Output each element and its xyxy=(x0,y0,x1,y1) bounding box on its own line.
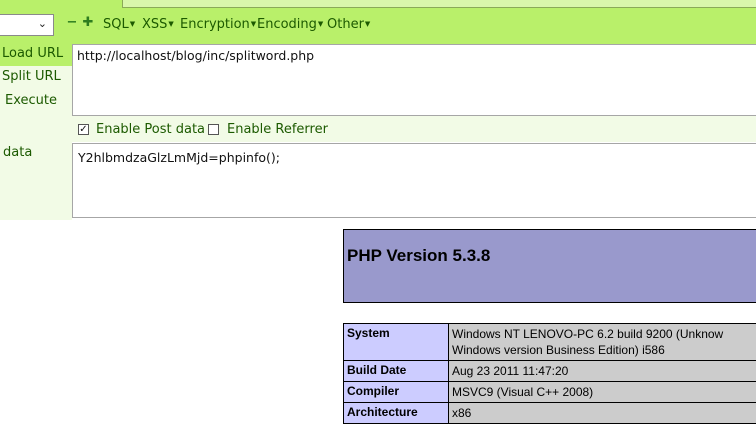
caret-down-icon: ▼ xyxy=(250,20,257,28)
row-key: Architecture xyxy=(343,402,449,424)
row-key: Compiler xyxy=(343,381,449,403)
menu-other[interactable]: Other▼ xyxy=(327,17,370,32)
table-row: System Windows NT LENOVO-PC 6.2 build 92… xyxy=(343,323,756,361)
row-value: Windows NT LENOVO-PC 6.2 build 9200 (Unk… xyxy=(448,323,756,361)
post-data-input[interactable]: Y2hlbmdzaGlzLmMjd=phpinfo(); xyxy=(72,143,756,218)
menu-xss[interactable]: XSS▼ xyxy=(142,17,174,32)
table-row: Build Date Aug 23 2011 11:47:20 xyxy=(343,360,756,382)
mode-select[interactable]: ⌄ xyxy=(0,14,54,36)
hackbar-toolbar: ⌄ − ✚ SQL▼ XSS▼ Encryption▼ Encoding▼ Ot… xyxy=(0,0,756,44)
load-url-button[interactable]: Load URL xyxy=(2,46,63,61)
row-key: Build Date xyxy=(343,360,449,382)
minus-icon[interactable]: − xyxy=(66,16,78,29)
chevron-down-icon: ⌄ xyxy=(37,17,47,30)
caret-down-icon: ▼ xyxy=(129,20,136,28)
url-input[interactable]: http://localhost/blog/inc/splitword.php xyxy=(72,44,756,116)
post-data-label: data xyxy=(3,145,33,160)
caret-down-icon: ▼ xyxy=(364,20,371,28)
php-version-title: PHP Version 5.3.8 xyxy=(347,246,491,265)
table-row: Architecture x86 xyxy=(343,402,756,424)
row-value: x86 xyxy=(448,402,756,424)
menu-sql[interactable]: SQL▼ xyxy=(103,17,135,32)
post-data-value: Y2hlbmdzaGlzLmMjd=phpinfo(); xyxy=(78,150,280,165)
enable-post-checkbox[interactable]: ✓ xyxy=(78,124,89,135)
enable-post-label[interactable]: Enable Post data xyxy=(96,122,205,137)
execute-button[interactable]: Execute xyxy=(5,93,57,108)
enable-referrer-checkbox[interactable] xyxy=(208,124,219,135)
url-value: http://localhost/blog/inc/splitword.php xyxy=(77,48,315,63)
caret-down-icon: ▼ xyxy=(168,20,174,28)
menu-encryption[interactable]: Encryption▼ xyxy=(180,17,256,32)
split-url-button[interactable]: Split URL xyxy=(2,69,61,84)
enable-referrer-label[interactable]: Enable Referrer xyxy=(227,122,328,137)
row-key: System xyxy=(343,323,449,361)
toolbar-top-edge xyxy=(122,0,756,8)
caret-down-icon: ▼ xyxy=(317,20,324,28)
row-value: Aug 23 2011 11:47:20 xyxy=(448,360,756,382)
table-row: Compiler MSVC9 (Visual C++ 2008) xyxy=(343,381,756,403)
php-info-table: System Windows NT LENOVO-PC 6.2 build 92… xyxy=(343,323,756,424)
menu-encoding[interactable]: Encoding▼ xyxy=(257,17,323,32)
plus-icon[interactable]: ✚ xyxy=(82,16,94,29)
row-value: MSVC9 (Visual C++ 2008) xyxy=(448,381,756,403)
php-version-header: PHP Version 5.3.8 xyxy=(343,229,756,303)
